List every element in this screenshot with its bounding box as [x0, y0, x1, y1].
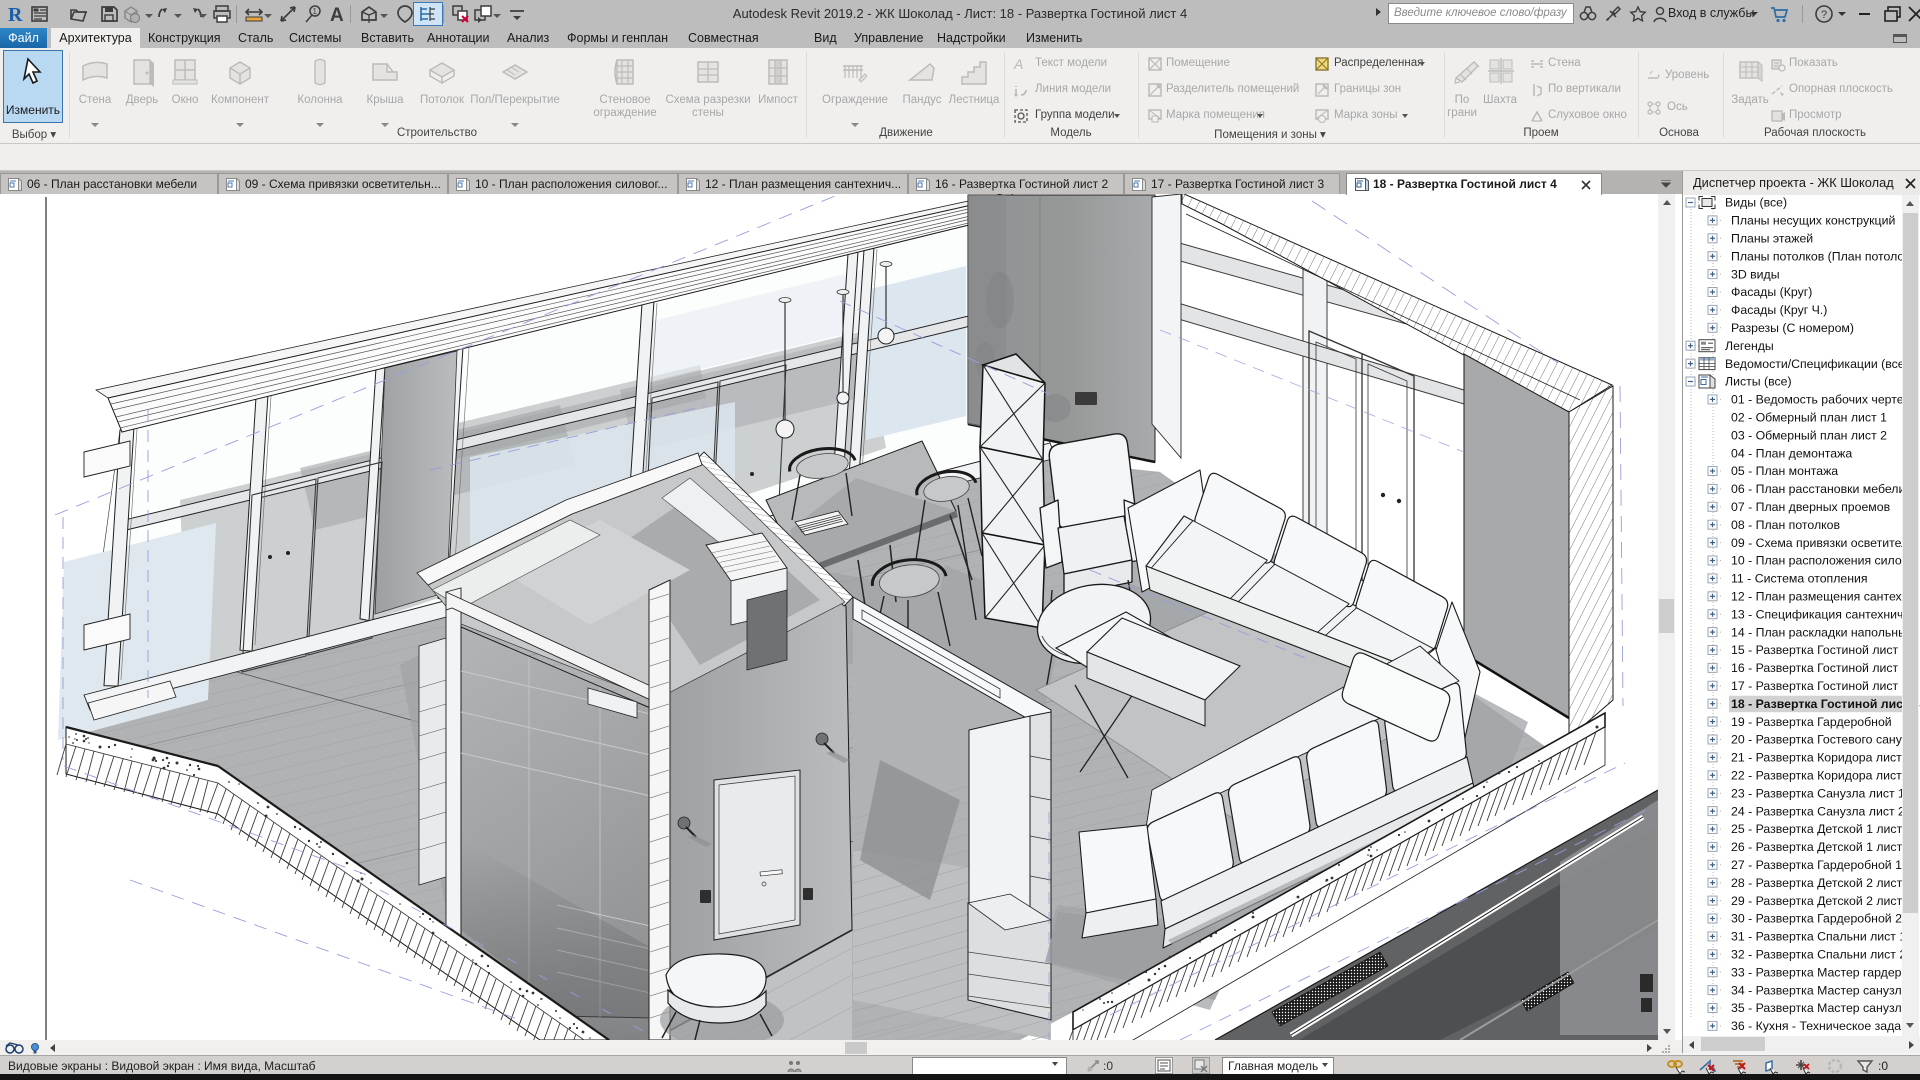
svg-text:Планы потолков (План потолоч: Планы потолков (План потолоч: [1731, 249, 1910, 263]
svg-text:30 - Развертка Гардеробной 2: 30 - Развертка Гардеробной 2: [1731, 912, 1902, 926]
svg-text:Виды (все): Виды (все): [1725, 196, 1787, 210]
svg-text:Фасады (Круг): Фасады (Круг): [1731, 285, 1812, 299]
svg-text:15 - Развертка Гостиной лист 1: 15 - Развертка Гостиной лист 1: [1731, 643, 1909, 657]
svg-text:23 - Развертка Санузла лист 1: 23 - Развертка Санузла лист 1: [1731, 786, 1905, 800]
svg-text:Листы (все): Листы (все): [1725, 375, 1792, 389]
svg-text:A: A: [1013, 56, 1023, 72]
svg-text:Разрезы (С номером): Разрезы (С номером): [1731, 321, 1854, 335]
svg-text:31 - Развертка Спальни лист 1: 31 - Развертка Спальни лист 1: [1731, 930, 1906, 944]
svg-text:28 - Развертка Детской 2 лист: 28 - Развертка Детской 2 лист 1: [1731, 876, 1913, 890]
svg-text:Планы этажей: Планы этажей: [1731, 232, 1813, 246]
svg-text:16 - Развертка Гостиной лист 2: 16 - Развертка Гостиной лист 2: [1731, 661, 1909, 675]
svg-text:3D виды: 3D виды: [1731, 267, 1780, 281]
svg-text:17 - Развертка Гостиной лист 3: 17 - Развертка Гостиной лист 3: [1731, 679, 1909, 693]
svg-text:03 - Обмерный план лист 2: 03 - Обмерный план лист 2: [1731, 428, 1887, 442]
svg-text:11 - Система отопления: 11 - Система отопления: [1731, 572, 1868, 586]
svg-text:01 - Ведомость рабочих чертеж: 01 - Ведомость рабочих чертеж: [1731, 393, 1912, 407]
svg-text:18 - Развертка Гостиной лист 4: 18 - Развертка Гостиной лист 4: [1731, 697, 1919, 711]
svg-text:34 - Развертка Мастер санузла: 34 - Развертка Мастер санузла л: [1731, 983, 1919, 997]
svg-text:08 - План потолков: 08 - План потолков: [1731, 518, 1840, 532]
svg-text:36 - Кухня - Техническое задан: 36 - Кухня - Техническое задани: [1731, 1019, 1915, 1033]
svg-text:24 - Развертка Санузла лист 2: 24 - Развертка Санузла лист 2: [1731, 804, 1905, 818]
svg-text:33 - Развертка Мастер гардероб: 33 - Развертка Мастер гардероб: [1731, 965, 1915, 979]
svg-text:05 - План монтажа: 05 - План монтажа: [1731, 464, 1838, 478]
svg-text:07 - План дверных проемов: 07 - План дверных проемов: [1731, 500, 1890, 514]
svg-text:19 - Развертка Гардеробной: 19 - Развертка Гардеробной: [1731, 715, 1892, 729]
svg-text:12 - План размещения сантехни: 12 - План размещения сантехни: [1731, 590, 1915, 604]
svg-text:27 - Развертка Гардеробной 1: 27 - Развертка Гардеробной 1: [1731, 858, 1902, 872]
svg-text:Ведомости/Спецификации (все): Ведомости/Спецификации (все): [1725, 357, 1909, 371]
svg-text:10 - План расположения силов: 10 - План расположения силов: [1731, 554, 1908, 568]
svg-text:21 - Развертка Коридора лист 1: 21 - Развертка Коридора лист 1: [1731, 751, 1912, 765]
svg-text:04 - План демонтажа: 04 - План демонтажа: [1731, 446, 1852, 460]
svg-text:14 - План раскладки напольных: 14 - План раскладки напольных: [1731, 625, 1914, 639]
svg-text:06 - План расстановки мебели: 06 - План расстановки мебели: [1731, 482, 1905, 496]
svg-text:?: ?: [1821, 9, 1827, 21]
svg-text:26 - Развертка Детской 1 лист: 26 - Развертка Детской 1 лист 2: [1731, 840, 1913, 854]
svg-text:Фасады (Круг Ч.): Фасады (Круг Ч.): [1731, 303, 1827, 317]
svg-text:22 - Развертка Коридора лист 2: 22 - Развертка Коридора лист 2: [1731, 769, 1912, 783]
svg-text:20 - Развертка Гостевого сануз: 20 - Развертка Гостевого санузл: [1731, 733, 1915, 747]
svg-text:Легенды: Легенды: [1725, 339, 1774, 353]
svg-text:35 - Развертка Мастер санузла: 35 - Развертка Мастер санузла л: [1731, 1001, 1919, 1015]
svg-text:29 - Развертка Детской 2 лист: 29 - Развертка Детской 2 лист 2: [1731, 894, 1913, 908]
svg-text:32 - Развертка Спальни лист 2: 32 - Развертка Спальни лист 2: [1731, 948, 1906, 962]
svg-text:Планы несущих конструкций: Планы несущих конструкций: [1731, 214, 1895, 228]
svg-text:09 - Схема привязки осветитель: 09 - Схема привязки осветитель: [1731, 536, 1915, 550]
svg-text:25 - Развертка Детской 1 лист: 25 - Развертка Детской 1 лист 1: [1731, 822, 1913, 836]
svg-text:13 - Спецификация сантехничес: 13 - Спецификация сантехничес: [1731, 607, 1916, 621]
svg-text:02 - Обмерный план лист 1: 02 - Обмерный план лист 1: [1731, 411, 1887, 425]
